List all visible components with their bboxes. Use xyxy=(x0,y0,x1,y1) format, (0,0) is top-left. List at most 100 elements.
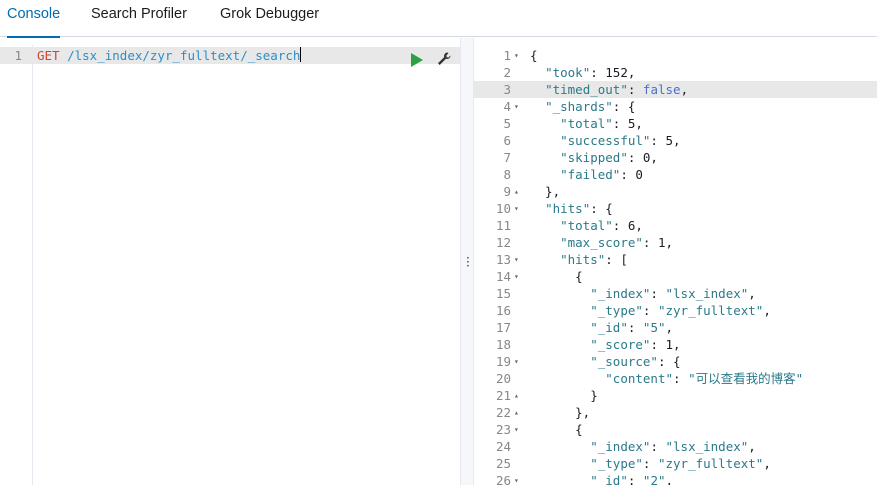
response-code: "_id": "5", xyxy=(590,320,674,335)
response-code: { xyxy=(530,48,538,63)
response-line-number: 23 xyxy=(495,422,511,437)
fold-toggle-icon[interactable]: ▴ xyxy=(514,183,519,200)
request-line[interactable]: GET /lsx_index/zyr_fulltext/_search xyxy=(37,47,302,64)
fold-toggle-icon[interactable]: ▴ xyxy=(514,404,519,421)
tab-search-profiler[interactable]: Search Profiler xyxy=(91,0,187,37)
response-line-number: 10 xyxy=(495,201,511,216)
response-code: "failed": 0 xyxy=(560,167,643,182)
response-code: "_id": "2", xyxy=(590,473,674,485)
response-code: "successful": 5, xyxy=(560,133,681,148)
response-code: }, xyxy=(530,405,591,420)
response-line-number: 14 xyxy=(495,269,511,284)
response-line: 18 "_score": 1, xyxy=(474,336,877,353)
fold-toggle-icon[interactable]: ▾ xyxy=(514,353,519,370)
wrench-icon[interactable] xyxy=(436,51,452,67)
response-line: 9 ▴ }, xyxy=(474,183,877,200)
response-line: 3 "timed_out": false, xyxy=(474,81,877,98)
response-line-number: 19 xyxy=(495,354,511,369)
response-line-number: 8 xyxy=(503,167,511,182)
tab-console[interactable]: Console xyxy=(7,0,61,38)
tab-grok-debugger[interactable]: Grok Debugger xyxy=(220,0,319,37)
response-line: 2 "took": 152, xyxy=(474,64,877,81)
request-line-number: 1 xyxy=(14,48,22,63)
fold-toggle-icon[interactable]: ▾ xyxy=(514,47,519,64)
response-code: "max_score": 1, xyxy=(560,235,674,250)
response-code: { xyxy=(530,269,583,284)
response-code: "hits": [ xyxy=(560,252,628,267)
response-line: 21 ▴ } xyxy=(474,387,877,404)
response-line: 13 ▾ "hits": [ xyxy=(474,251,877,268)
response-line-number: 26 xyxy=(495,473,511,485)
response-code: } xyxy=(530,388,598,403)
response-line: 19 ▾ "_source": { xyxy=(474,353,877,370)
response-line-number: 21 xyxy=(495,388,511,403)
response-line-number: 7 xyxy=(503,150,511,165)
tab-bar: Console Search Profiler Grok Debugger xyxy=(0,0,877,38)
response-line-number: 18 xyxy=(495,337,511,352)
response-line: 17 "_id": "5", xyxy=(474,319,877,336)
response-line: 22 ▴ }, xyxy=(474,404,877,421)
response-line-number: 5 xyxy=(503,116,511,131)
response-line: 26 ▾ "_id": "2", xyxy=(474,472,877,485)
response-line-number: 25 xyxy=(495,456,511,471)
request-gutter xyxy=(0,45,33,485)
response-code: "_index": "lsx_index", xyxy=(590,286,756,301)
response-line-number: 11 xyxy=(495,218,511,233)
response-line: 16 "_type": "zyr_fulltext", xyxy=(474,302,877,319)
response-line-number: 16 xyxy=(495,303,511,318)
response-code: "_type": "zyr_fulltext", xyxy=(590,303,771,318)
response-line: 5 "total": 5, xyxy=(474,115,877,132)
fold-toggle-icon[interactable]: ▾ xyxy=(514,98,519,115)
response-line-number: 3 xyxy=(503,82,511,97)
response-line-number: 13 xyxy=(495,252,511,267)
response-line: 10 ▾ "hits": { xyxy=(474,200,877,217)
response-code: "_source": { xyxy=(590,354,681,369)
response-code: "_type": "zyr_fulltext", xyxy=(590,456,771,471)
response-code: "total": 6, xyxy=(560,218,643,233)
fold-toggle-icon[interactable]: ▴ xyxy=(514,387,519,404)
response-line-number: 1 xyxy=(503,48,511,63)
fold-toggle-icon[interactable]: ▾ xyxy=(514,200,519,217)
response-line: 1 ▾ { xyxy=(474,47,877,64)
response-line: 24 "_index": "lsx_index", xyxy=(474,438,877,455)
fold-toggle-icon[interactable]: ▾ xyxy=(514,472,519,485)
response-viewer[interactable]: 1 ▾{2 "took": 152, 3 "timed_out": false, 4 ▾… xyxy=(474,45,877,485)
response-line: 25 "_type": "zyr_fulltext", xyxy=(474,455,877,472)
response-code: "_score": 1, xyxy=(590,337,681,352)
response-line-number: 24 xyxy=(495,439,511,454)
response-code: "_shards": { xyxy=(545,99,636,114)
request-method: GET xyxy=(37,48,60,63)
response-code: "content": "可以查看我的博客" xyxy=(605,371,804,386)
response-line-number: 6 xyxy=(503,133,511,148)
response-line: 8 "failed": 0 xyxy=(474,166,877,183)
response-code: }, xyxy=(530,184,561,199)
response-line-number: 20 xyxy=(495,371,511,386)
response-line-number: 2 xyxy=(503,65,511,80)
response-code: "total": 5, xyxy=(560,116,643,131)
response-line-number: 15 xyxy=(495,286,511,301)
fold-toggle-icon[interactable]: ▾ xyxy=(514,251,519,268)
response-code: "timed_out": false, xyxy=(545,82,689,97)
response-line-number: 22 xyxy=(495,405,511,420)
response-code: "_index": "lsx_index", xyxy=(590,439,756,454)
pane-resizer[interactable]: · · · xyxy=(460,38,474,485)
response-line: 4 ▾ "_shards": { xyxy=(474,98,877,115)
response-line: 6 "successful": 5, xyxy=(474,132,877,149)
response-line-number: 17 xyxy=(495,320,511,335)
play-icon[interactable] xyxy=(411,53,423,67)
text-cursor xyxy=(300,47,302,62)
response-line: 11 "total": 6, xyxy=(474,217,877,234)
response-line: 23 ▾ { xyxy=(474,421,877,438)
response-code: "hits": { xyxy=(545,201,613,216)
response-line: 12 "max_score": 1, xyxy=(474,234,877,251)
response-code: { xyxy=(530,422,583,437)
response-code: "took": 152, xyxy=(545,65,636,80)
response-line-number: 9 xyxy=(503,184,511,199)
response-line-number: 4 xyxy=(503,99,511,114)
response-line: 7 "skipped": 0, xyxy=(474,149,877,166)
response-line: 14 ▾ { xyxy=(474,268,877,285)
fold-toggle-icon[interactable]: ▾ xyxy=(514,268,519,285)
response-line: 15 "_index": "lsx_index", xyxy=(474,285,877,302)
request-editor[interactable]: 1 GET /lsx_index/zyr_fulltext/_search xyxy=(0,45,460,485)
fold-toggle-icon[interactable]: ▾ xyxy=(514,421,519,438)
